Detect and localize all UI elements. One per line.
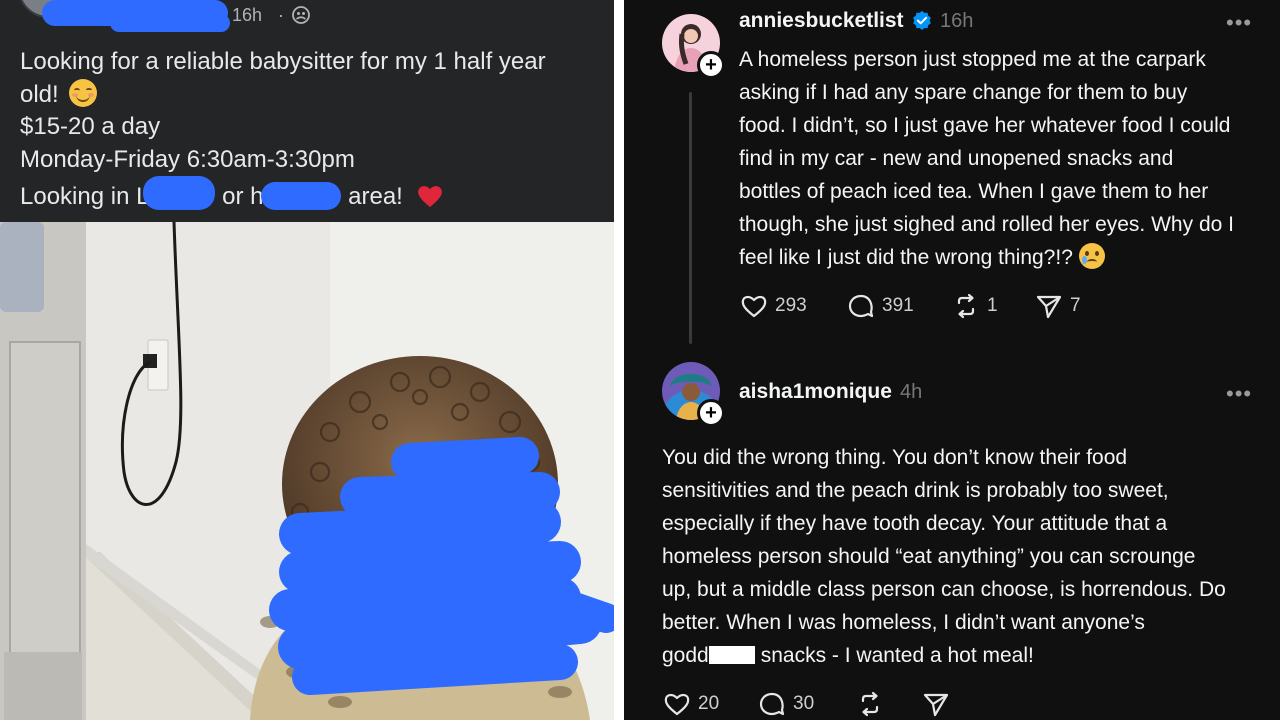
- more-options-icon[interactable]: •••: [1226, 381, 1252, 407]
- post-timestamp[interactable]: 16h: [232, 5, 262, 26]
- smiling-face-emoji-icon: [69, 78, 98, 107]
- reply-line: better. When I was homeless, I didn’t wa…: [662, 611, 1145, 634]
- reply-line-text: snacks - I wanted a hot meal!: [760, 644, 1034, 667]
- post-line: Monday-Friday 6:30am-3:30pm: [20, 145, 355, 173]
- post-line: though, she just sighed and rolled her e…: [739, 213, 1234, 236]
- panel-divider: [614, 0, 624, 720]
- follow-plus-icon[interactable]: +: [697, 51, 725, 79]
- location-redaction: [261, 182, 342, 210]
- toddler-photo-illustration: [0, 222, 614, 720]
- censor-bar: [708, 646, 755, 664]
- reply-line: godd snacks - I wanted a hot meal!: [662, 639, 1226, 672]
- reply-line: You did the wrong thing. You don’t know …: [662, 446, 1128, 469]
- comment-count: 391: [882, 295, 914, 316]
- post-username[interactable]: anniesbucketlist: [739, 9, 904, 33]
- like-count: 293: [775, 295, 807, 316]
- reply-comment-count: 30: [793, 693, 815, 714]
- reply-like-count: 20: [698, 693, 720, 714]
- post-line: Looking for a reliable babysitter for my…: [20, 48, 546, 75]
- meta-separator: ·: [278, 5, 284, 25]
- reply-like-button[interactable]: 20: [662, 689, 719, 719]
- reply-line: sensitivities and the peach drink is pro…: [662, 479, 1169, 502]
- reply-username[interactable]: aisha1monique: [739, 380, 892, 404]
- post-line: old!: [20, 78, 610, 112]
- post-line: asking if I had any spare change for the…: [739, 81, 1188, 104]
- more-options-icon[interactable]: •••: [1226, 10, 1252, 36]
- verified-badge-icon: [913, 10, 931, 30]
- reply-line: up, but a middle class person can choose…: [662, 578, 1226, 601]
- red-heart-emoji-icon: [417, 186, 442, 207]
- location-redaction: [143, 176, 216, 210]
- repost-icon: [861, 691, 879, 717]
- post-line-text: Looking in L: [20, 183, 150, 210]
- reply-line: especially if they have tooth decay. You…: [662, 512, 1168, 535]
- thread-connector-line: [689, 92, 692, 344]
- like-button[interactable]: 293: [739, 291, 807, 321]
- share-count: 7: [1070, 295, 1081, 316]
- comment-bubble-icon: [759, 692, 785, 716]
- facebook-post-text-area: 16h · Looking for a reliable babysitter …: [0, 0, 614, 222]
- post-body: A homeless person just stopped me at the…: [739, 43, 1234, 274]
- heart-icon: [741, 295, 767, 318]
- post-line: bottles of peach iced tea. When I gave t…: [739, 180, 1209, 203]
- repost-button[interactable]: 1: [951, 291, 998, 321]
- reply-repost-button[interactable]: [855, 689, 885, 719]
- comment-button[interactable]: 391: [846, 291, 914, 321]
- post-line: find in my car - new and unopened snacks…: [739, 147, 1174, 170]
- crying-face-emoji-icon: [1078, 243, 1105, 269]
- post-line-text: or h: [222, 183, 264, 210]
- post-line: feel like I just did the wrong thing?!?: [739, 241, 1234, 274]
- send-icon: [1036, 295, 1062, 319]
- group-privacy-icon: [292, 6, 310, 24]
- reply-timestamp: 4h: [900, 381, 923, 403]
- post-line-text: feel like I just did the wrong thing?!?: [739, 246, 1073, 269]
- repost-count: 1: [987, 295, 998, 316]
- post-line: A homeless person just stopped me at the…: [739, 48, 1206, 71]
- post-photo[interactable]: [0, 222, 614, 720]
- threads-screenshot: + anniesbucketlist 16h ••• A homeless pe…: [624, 0, 1280, 720]
- post-line-text: old!: [20, 80, 59, 108]
- post-line-text: area!: [348, 183, 403, 210]
- share-button[interactable]: 7: [1034, 291, 1081, 321]
- post-body: Looking for a reliable babysitter for my…: [20, 46, 610, 214]
- reply-line-text: godd: [662, 644, 709, 667]
- repost-icon: [957, 293, 975, 319]
- post-timestamp: 16h: [940, 10, 974, 32]
- reply-line: homeless person should “eat anything” yo…: [662, 545, 1196, 568]
- poster-name-redaction-2: [110, 14, 230, 32]
- heart-icon: [664, 693, 690, 716]
- post-line: Looking in L or h area!: [20, 176, 610, 214]
- send-icon: [923, 693, 949, 717]
- facebook-post-screenshot: 16h · Looking for a reliable babysitter …: [0, 0, 614, 720]
- reply-share-button[interactable]: [921, 689, 951, 719]
- reply-comment-button[interactable]: 30: [757, 689, 814, 719]
- post-line: food. I didn’t, so I just gave her whate…: [739, 114, 1231, 137]
- follow-plus-icon[interactable]: +: [697, 399, 725, 427]
- post-line: $15-20 a day: [20, 113, 161, 140]
- comment-bubble-icon: [848, 294, 874, 318]
- reply-body: You did the wrong thing. You don’t know …: [662, 441, 1226, 672]
